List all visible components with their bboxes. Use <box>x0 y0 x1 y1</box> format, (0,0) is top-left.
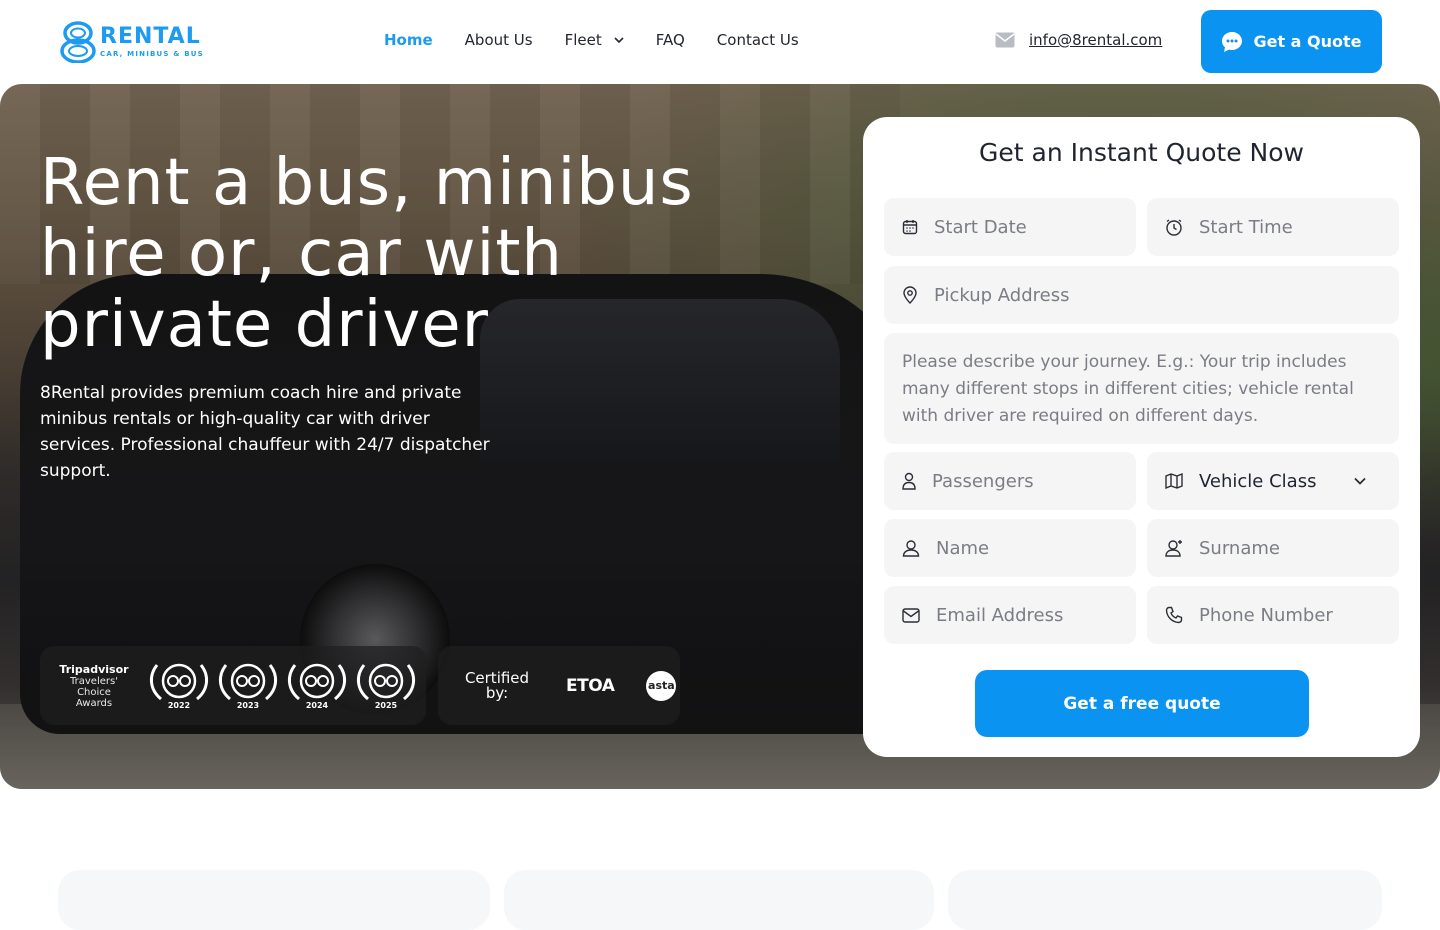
nav-fleet-label: Fleet <box>564 31 602 49</box>
clock-icon <box>1166 219 1182 236</box>
location-pin-icon <box>903 286 917 304</box>
start-date-placeholder: Start Date <box>934 216 1027 238</box>
site-header: RENTAL CAR, MINIBUS & BUS Home About Us … <box>0 0 1440 84</box>
phone-icon <box>1165 606 1183 624</box>
logo[interactable]: RENTAL CAR, MINIBUS & BUS <box>58 21 204 63</box>
award-year: 2022 <box>167 700 191 710</box>
surname-placeholder: Surname <box>1199 537 1280 559</box>
phone-field[interactable]: Phone Number <box>1147 586 1399 644</box>
tripadvisor-owl-laurel-icon <box>357 663 415 700</box>
nav-home[interactable]: Home <box>384 31 433 49</box>
get-quote-label: Get a Quote <box>1253 32 1362 51</box>
tripadvisor-owl-laurel-icon <box>150 663 208 700</box>
award-year: 2025 <box>374 700 398 710</box>
tripadvisor-owl-laurel-icon <box>219 663 277 700</box>
start-time-placeholder: Start Time <box>1199 216 1293 238</box>
nav-about[interactable]: About Us <box>465 31 533 49</box>
phone-placeholder: Phone Number <box>1199 604 1333 626</box>
email-placeholder: Email Address <box>936 604 1064 626</box>
quote-form-card: Get an Instant Quote Now Start Date Star… <box>863 117 1420 757</box>
nav-faq[interactable]: FAQ <box>656 31 685 49</box>
logo-8-icon <box>60 21 96 63</box>
map-icon <box>1165 473 1183 489</box>
award-laurel-2022: 2022 <box>146 659 212 713</box>
certification-badge: Certified by: ETOA asta <box>438 646 680 725</box>
surname-field[interactable]: Surname <box>1147 519 1399 577</box>
chat-bubble-icon <box>1222 31 1243 52</box>
award-year: 2024 <box>305 700 329 710</box>
pickup-address-field[interactable]: Pickup Address <box>884 266 1399 324</box>
certified-by-label: Certified by: <box>464 668 530 702</box>
tripadvisor-brand: Tripadvisor <box>59 662 129 676</box>
quote-form-title: Get an Instant Quote Now <box>979 138 1304 167</box>
email-address: info@8rental.com <box>1029 31 1163 49</box>
feature-card <box>58 870 490 930</box>
journey-description-textarea[interactable]: Please describe your journey. E.g.: Your… <box>884 333 1399 444</box>
user-icon <box>902 540 920 557</box>
tripadvisor-awards-badge: Tripadvisor Travelers' Choice Awards 202… <box>40 646 426 725</box>
vehicle-class-value: Vehicle Class <box>1199 470 1317 492</box>
email-field[interactable]: Email Address <box>884 586 1136 644</box>
name-field[interactable]: Name <box>884 519 1136 577</box>
etoa-logo: ETOA <box>566 675 615 696</box>
award-laurel-2025: 2025 <box>353 659 419 713</box>
hero-description: 8Rental provides premium coach hire and … <box>40 383 490 481</box>
passengers-placeholder: Passengers <box>932 470 1034 492</box>
pickup-address-placeholder: Pickup Address <box>934 284 1070 306</box>
envelope-icon <box>995 32 1015 48</box>
chevron-down-icon <box>614 37 624 44</box>
award-laurel-2024: 2024 <box>284 659 350 713</box>
chevron-down-icon <box>1354 477 1366 485</box>
email-link[interactable]: info@8rental.com <box>995 31 1162 49</box>
travelers-choice-label: Travelers' Choice Awards <box>70 675 118 709</box>
nav-contact[interactable]: Contact Us <box>717 31 799 49</box>
logo-title: RENTAL <box>100 24 201 49</box>
start-date-field[interactable]: Start Date <box>884 198 1136 256</box>
passengers-field[interactable]: Passengers <box>884 452 1136 510</box>
calendar-icon <box>902 220 918 235</box>
mail-icon <box>902 607 920 623</box>
hero-title: Rent a bus, minibus hire or, car with pr… <box>40 146 694 362</box>
asta-logo: asta <box>646 670 677 701</box>
get-quote-button[interactable]: Get a Quote <box>1201 10 1382 73</box>
feature-card <box>504 870 934 930</box>
award-year: 2023 <box>236 700 260 710</box>
award-laurel-2023: 2023 <box>215 659 281 713</box>
journey-description-placeholder: Please describe your journey. E.g.: Your… <box>902 352 1354 426</box>
start-time-field[interactable]: Start Time <box>1147 198 1399 256</box>
tripadvisor-owl-laurel-icon <box>288 663 346 700</box>
user-plus-icon <box>1165 540 1182 557</box>
nav-fleet[interactable]: Fleet <box>565 31 624 49</box>
get-free-quote-button[interactable]: Get a free quote <box>975 670 1309 737</box>
person-icon <box>902 472 916 490</box>
main-nav: Home About Us Fleet FAQ Contact Us <box>384 31 831 49</box>
logo-subtitle: CAR, MINIBUS & BUS <box>100 50 204 58</box>
name-placeholder: Name <box>936 537 990 559</box>
vehicle-class-select[interactable]: Vehicle Class <box>1147 452 1399 510</box>
feature-card <box>948 870 1382 930</box>
